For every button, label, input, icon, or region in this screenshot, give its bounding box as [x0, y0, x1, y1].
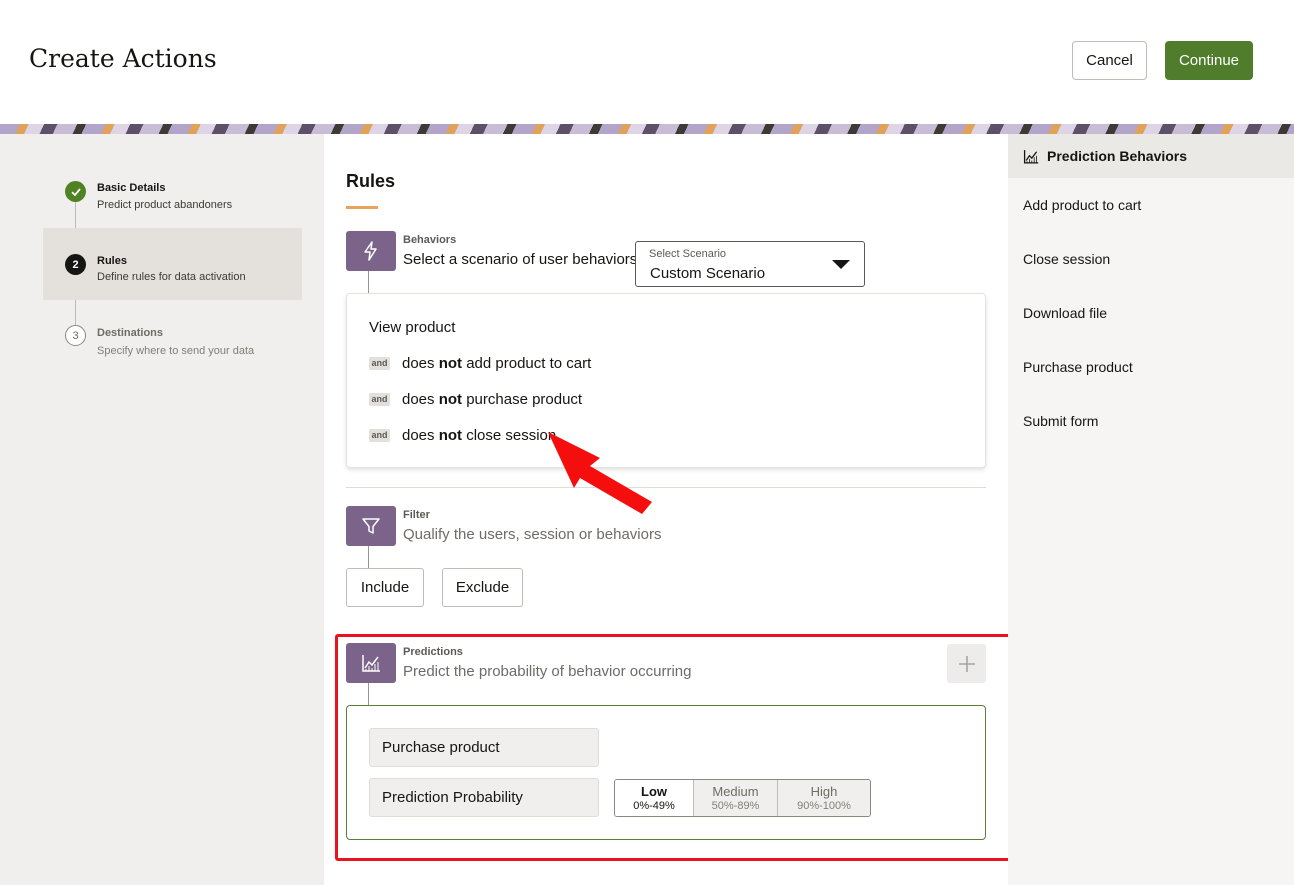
behavior-item[interactable]: Close session — [1023, 251, 1110, 267]
behaviors-description: Select a scenario of user behaviors — [403, 251, 638, 268]
section-connector — [368, 271, 369, 293]
prediction-behaviors-panel: Prediction Behaviors Add product to cart… — [1008, 134, 1294, 885]
check-icon — [65, 181, 86, 202]
steps-panel: Basic Details Predict product abandoners… — [0, 134, 324, 885]
include-button[interactable]: Include — [346, 568, 424, 607]
behavior-item[interactable]: Download file — [1023, 305, 1107, 321]
behavior-item[interactable]: Purchase product — [1023, 359, 1133, 375]
select-label: Select Scenario — [649, 248, 727, 260]
condition-prefix: does — [402, 354, 439, 372]
chart-icon — [346, 643, 396, 683]
funnel-icon — [346, 506, 396, 546]
step-title: Basic Details — [97, 182, 166, 194]
filter-description: Qualify the users, session or behaviors — [403, 526, 662, 543]
condition-prefix: does — [402, 426, 439, 444]
exclude-button[interactable]: Exclude — [442, 568, 523, 607]
prediction-probability-label: Prediction Probability — [369, 778, 599, 817]
page-header: Create Actions Cancel Continue — [0, 0, 1294, 124]
step-destinations[interactable]: 3 Destinations Specify where to send you… — [43, 300, 302, 372]
condition-suffix: add product to cart — [462, 354, 592, 372]
prediction-behavior-field[interactable]: Purchase product — [369, 728, 599, 767]
condition-emphasis: not — [438, 354, 463, 372]
select-value: Custom Scenario — [650, 265, 766, 282]
step-title: Destinations — [97, 327, 164, 339]
heading-underline — [346, 206, 378, 209]
and-badge: and — [369, 428, 390, 442]
rules-main: Rules Behaviors Select a scenario of use… — [324, 134, 1012, 885]
behavior-item[interactable]: Add product to cart — [1023, 197, 1141, 213]
section-divider — [346, 487, 986, 488]
probability-option-low[interactable]: Low 0%-49% — [615, 780, 694, 816]
scenario-select[interactable]: Select Scenario Custom Scenario — [635, 241, 865, 287]
predictions-description: Predict the probability of behavior occu… — [403, 663, 692, 680]
lightning-icon — [346, 231, 396, 271]
chart-icon — [1023, 149, 1039, 164]
option-range: 50%-89% — [711, 800, 760, 812]
panel-header: Prediction Behaviors — [1008, 134, 1294, 178]
continue-button[interactable]: Continue — [1165, 41, 1253, 80]
behavior-condition[interactable]: and does not purchase product — [369, 389, 582, 409]
option-range: 0%-49% — [633, 800, 675, 812]
section-connector — [368, 683, 369, 705]
condition-emphasis: not — [438, 390, 463, 408]
section-connector — [368, 546, 369, 568]
step-number: 2 — [65, 254, 86, 275]
and-badge: and — [369, 356, 390, 370]
behavior-item[interactable]: Submit form — [1023, 413, 1098, 429]
step-rules[interactable]: 2 Rules Define rules for data activation — [43, 228, 302, 300]
add-prediction-button[interactable] — [947, 644, 986, 683]
option-name: High — [810, 784, 838, 799]
step-title: Rules — [97, 255, 127, 267]
decorative-banner — [0, 124, 1294, 134]
annotation-arrow-icon — [548, 432, 652, 514]
probability-option-high[interactable]: High 90%-100% — [778, 780, 870, 816]
and-badge: and — [369, 392, 390, 406]
option-range: 90%-100% — [797, 800, 851, 812]
probability-option-medium[interactable]: Medium 50%-89% — [694, 780, 778, 816]
condition-emphasis: not — [438, 426, 463, 444]
option-name: Medium — [712, 784, 759, 799]
plus-icon — [958, 655, 975, 672]
behavior-card: View product and does not add product to… — [346, 293, 986, 468]
behavior-first: View product — [369, 319, 456, 336]
section-heading: Rules — [346, 171, 396, 191]
step-subtitle: Predict product abandoners — [97, 199, 233, 211]
step-basic-details[interactable]: Basic Details Predict product abandoners — [43, 156, 302, 228]
condition-suffix: purchase product — [462, 390, 583, 408]
predictions-label: Predictions — [403, 646, 463, 658]
step-subtitle: Specify where to send your data — [97, 345, 255, 357]
option-name: Low — [641, 784, 667, 799]
prediction-card: Purchase product Prediction Probability … — [346, 705, 986, 840]
panel-title: Prediction Behaviors — [1047, 148, 1188, 164]
filter-label: Filter — [403, 509, 430, 521]
cancel-button[interactable]: Cancel — [1072, 41, 1147, 80]
caret-down-icon — [832, 260, 850, 269]
page-title: Create Actions — [29, 44, 217, 73]
step-number: 3 — [65, 325, 86, 346]
condition-prefix: does — [402, 390, 439, 408]
behavior-condition[interactable]: and does not add product to cart — [369, 353, 591, 373]
behaviors-label: Behaviors — [403, 234, 457, 246]
probability-segmented-control: Low 0%-49% Medium 50%-89% High 90%-100% — [614, 779, 871, 817]
behavior-condition[interactable]: and does not close session — [369, 425, 556, 445]
step-subtitle: Define rules for data activation — [97, 271, 246, 283]
